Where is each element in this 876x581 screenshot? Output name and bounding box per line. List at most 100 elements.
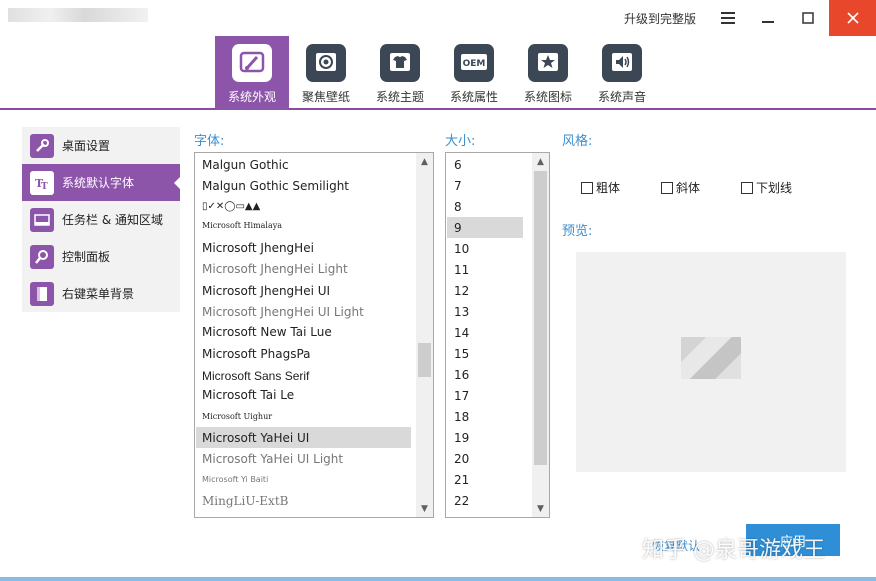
font-list-scrollbar[interactable]: ▲ ▼ [416,153,433,517]
list-item[interactable]: 15 [447,343,523,364]
size-label: 大小: [445,134,476,149]
list-item[interactable]: 11 [447,259,523,280]
list-item[interactable]: MingLiU-ExtB [196,490,411,511]
preview-text-obscured [681,337,741,379]
sidebar-item-taskbar[interactable]: 任务栏 & 通知区域 [22,201,180,238]
scroll-thumb[interactable] [534,171,547,465]
size-list-scrollbar[interactable]: ▲ ▼ [532,153,549,517]
sidebar-item-context-menu-bg[interactable]: 右键菜单背景 [22,275,180,312]
tab-label: 系统图标 [523,90,572,104]
list-item[interactable]: Microsoft JhengHei Light [196,258,411,279]
font-name: Microsoft Sans Serif [202,368,310,383]
tab-system-sounds[interactable]: 系统声音 [585,36,659,110]
list-item[interactable]: Microsoft JhengHei UI Light [196,301,411,322]
tab-label: 系统主题 [375,90,424,104]
scroll-down-icon[interactable]: ▼ [416,500,433,517]
scroll-thumb[interactable] [418,343,431,377]
maximize-button[interactable] [788,0,828,36]
list-item[interactable]: Microsoft JhengHei [196,237,411,258]
sidebar-item-label: 右键菜单背景 [62,287,135,301]
star-icon [528,44,568,82]
list-item[interactable]: Microsoft Sans Serif [196,365,411,386]
size-value: 13 [454,304,470,319]
font-name: Microsoft JhengHei UI Light [202,304,364,319]
checkbox-box[interactable] [581,181,593,194]
size-value: 9 [454,220,462,235]
list-item[interactable]: Malgun Gothic Semilight [196,175,411,196]
font-label: 字体: [194,134,225,149]
font-preview-panel [576,252,846,472]
sidebar-item-desktop-settings[interactable]: 桌面设置 [22,127,180,164]
minimize-icon [762,21,774,23]
list-item[interactable]: Microsoft Tai Le [196,384,411,405]
scroll-up-icon[interactable]: ▲ [416,153,433,170]
list-item[interactable]: 13 [447,301,523,322]
list-item-selected[interactable]: 9 [447,217,523,238]
wrench-icon [30,133,54,158]
tab-system-icons[interactable]: 系统图标 [511,36,585,110]
size-value: 11 [454,262,470,277]
font-name: Malgun Gothic [202,157,289,172]
italic-checkbox[interactable]: 斜体 [661,179,700,196]
tab-label: 系统外观 [227,90,276,104]
font-listbox[interactable]: Malgun Gothic Malgun Gothic Semilight ▯✓… [194,152,434,518]
list-item[interactable]: 21 [447,469,523,490]
oem-icon: OEM [454,44,494,82]
bold-checkbox[interactable]: 粗体 [581,179,620,196]
list-item[interactable]: ▯✓✕◯▭▲▲ [196,196,411,217]
size-value: 17 [454,388,470,403]
maximize-icon [802,12,814,24]
list-item-selected[interactable]: Microsoft YaHei UI [196,427,411,448]
sidebar-item-control-panel[interactable]: 控制面板 [22,238,180,275]
list-item[interactable]: 16 [447,364,523,385]
list-item[interactable]: 17 [447,385,523,406]
size-listbox[interactable]: 6 7 8 9 10 11 12 13 14 15 16 17 18 19 20… [445,152,550,518]
menu-button[interactable] [708,0,748,36]
list-item[interactable]: Microsoft Yi Baiti [196,469,411,490]
checkbox-box[interactable] [741,181,753,194]
font-icon: TT [30,170,54,195]
magnifier-icon [30,244,54,269]
tshirt-icon [380,44,420,82]
list-item[interactable]: Microsoft PhagsPa [196,343,411,364]
sidebar-item-label: 任务栏 & 通知区域 [62,213,163,227]
size-value: 21 [454,472,470,487]
checkbox-label: 粗体 [596,181,621,195]
font-name: Microsoft JhengHei UI [202,283,331,298]
svg-text:T: T [41,182,48,191]
font-name: MingLiU-ExtB [202,493,289,508]
taskbar-icon [30,207,54,232]
tab-system-theme[interactable]: 系统主题 [363,36,437,110]
minimize-button[interactable] [748,0,788,36]
sidebar-item-default-font[interactable]: TT 系统默认字体 [22,164,181,201]
list-item[interactable]: 18 [447,406,523,427]
scroll-down-icon[interactable]: ▼ [532,500,549,517]
size-value: 20 [454,451,470,466]
list-item[interactable]: 22 [447,490,523,511]
list-item[interactable]: 14 [447,322,523,343]
checkbox-label: 斜体 [676,181,701,195]
list-item[interactable]: Microsoft New Tai Lue [196,321,411,342]
font-name: Microsoft JhengHei [202,240,314,255]
list-item[interactable]: Microsoft JhengHei UI [196,280,411,301]
list-item[interactable]: 7 [447,175,523,196]
list-item[interactable]: 12 [447,280,523,301]
list-item[interactable]: Microsoft YaHei UI Light [196,448,411,469]
tab-system-properties[interactable]: OEM 系统属性 [437,36,511,110]
underline-checkbox[interactable]: 下划线 [741,179,792,196]
list-item[interactable]: 8 [447,196,523,217]
tab-system-appearance[interactable]: 系统外观 [215,36,289,110]
scroll-up-icon[interactable]: ▲ [532,153,549,170]
size-value: 12 [454,283,470,298]
list-item[interactable]: Malgun Gothic [196,154,411,175]
close-button[interactable] [829,0,876,36]
list-item[interactable]: 10 [447,238,523,259]
tab-focus-wallpaper[interactable]: 聚焦壁纸 [289,36,363,110]
checkbox-box[interactable] [661,181,673,194]
list-item[interactable]: Microsoft Himalaya [196,215,411,236]
list-item[interactable]: 6 [447,154,523,175]
list-item[interactable]: 19 [447,427,523,448]
list-item[interactable]: Microsoft Uighur [196,406,411,427]
list-item[interactable]: 20 [447,448,523,469]
upgrade-link[interactable]: 升级到完整版 [624,10,696,27]
